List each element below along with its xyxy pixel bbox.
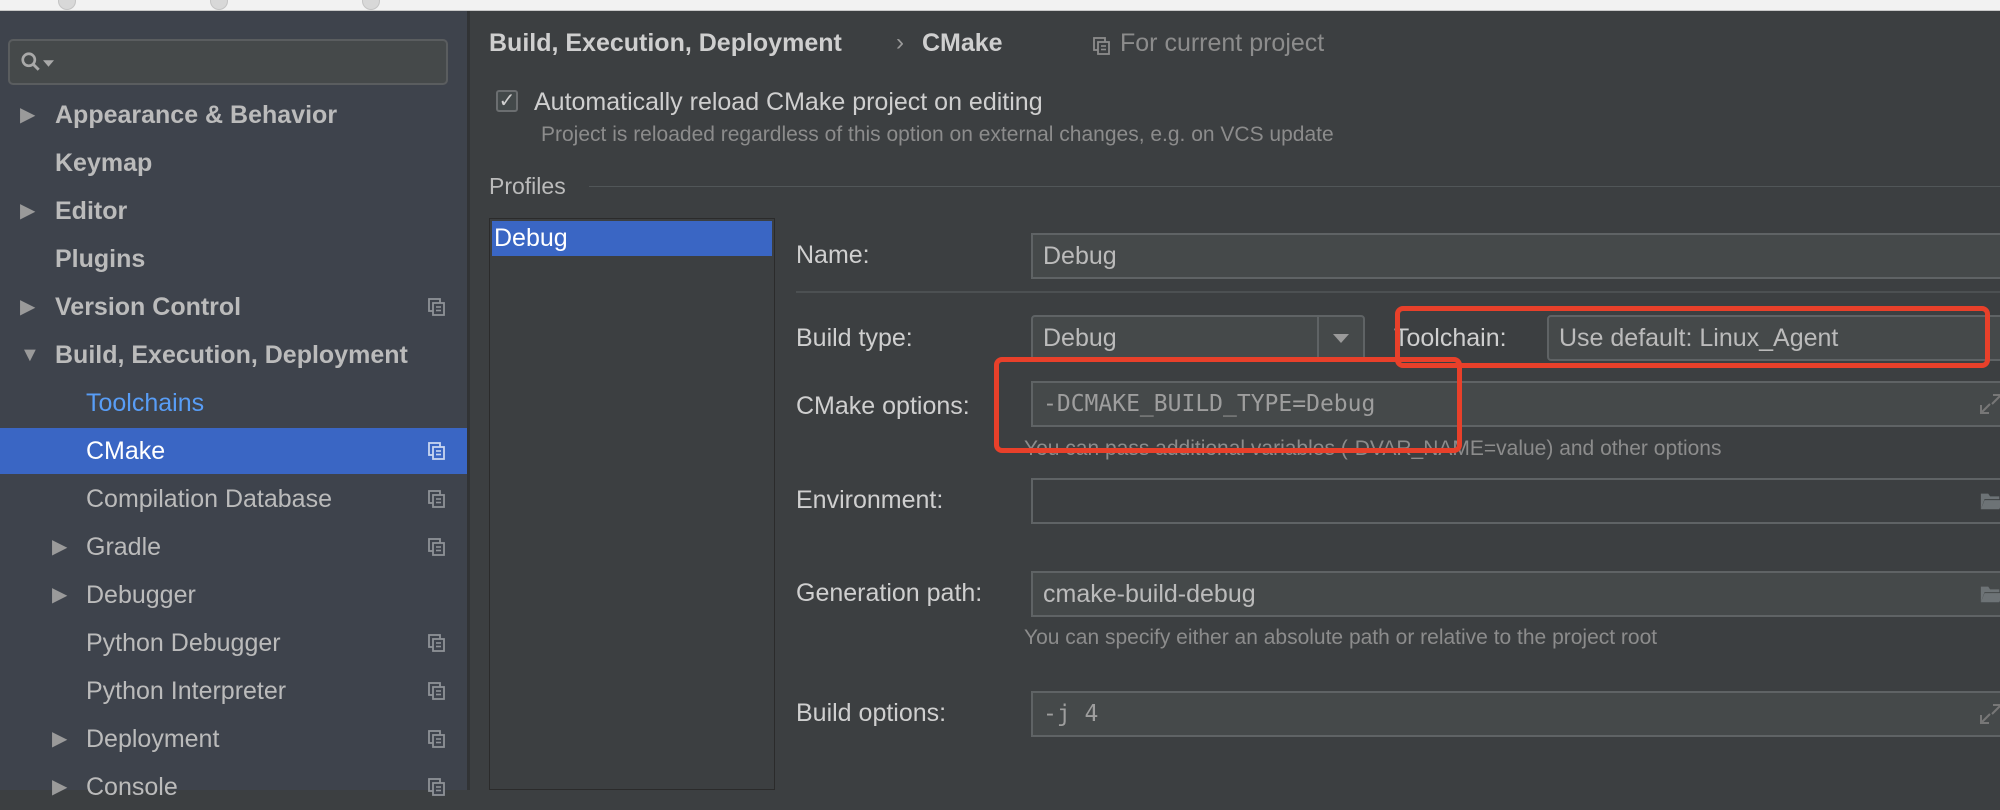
sidebar-item-label: Python Debugger <box>86 629 281 657</box>
settings-content-panel: Build, Execution, Deployment › CMake For… <box>470 11 2000 790</box>
search-history-dropdown-icon[interactable] <box>43 60 54 67</box>
checkmark-icon: ✓ <box>498 90 516 112</box>
auto-reload-checkbox[interactable]: ✓ <box>496 90 518 112</box>
project-scope-icon <box>428 442 445 460</box>
settings-search-input[interactable] <box>8 39 448 85</box>
build-type-select[interactable]: Debug <box>1031 315 1365 361</box>
form-divider <box>796 291 2000 293</box>
cmake-options-highlight-box <box>994 357 1462 453</box>
expand-arrow-icon[interactable]: ▶ <box>52 524 67 570</box>
settings-sidebar: ▶ Appearance & Behavior Keymap ▶ Editor Plugi… <box>0 11 467 801</box>
window-titlebar <box>0 0 2000 11</box>
zoom-window-button[interactable] <box>362 0 380 10</box>
expand-arrow-icon[interactable]: ▶ <box>20 92 35 138</box>
build-options-value: -j 4 <box>1043 701 1099 727</box>
auto-reload-label[interactable]: Automatically reload CMake project on ed… <box>534 88 1043 117</box>
sidebar-item-debugger[interactable]: ▶ Debugger <box>0 572 467 618</box>
sidebar-item-cmake[interactable]: CMake <box>0 428 467 474</box>
expand-icon[interactable] <box>1979 703 2000 725</box>
chevron-down-icon[interactable] <box>1317 317 1363 359</box>
generation-path-hint: You can specify either an absolute path … <box>1024 626 1658 649</box>
folder-icon[interactable] <box>1979 490 2000 512</box>
expand-arrow-icon[interactable]: ▶ <box>52 572 67 618</box>
project-scope-icon <box>428 298 445 316</box>
sidebar-item-plugins[interactable]: Plugins <box>0 236 467 282</box>
sidebar-item-label: Plugins <box>55 245 146 273</box>
build-options-input[interactable]: -j 4 <box>1031 691 2000 737</box>
profiles-group-title: Profiles <box>489 173 566 199</box>
sidebar-item-label: Debugger <box>86 581 196 609</box>
sidebar-item-python-interpreter[interactable]: Python Interpreter <box>0 668 467 714</box>
sidebar-item-label: CMake <box>86 437 166 465</box>
project-scope-icon <box>428 682 445 700</box>
expand-arrow-icon[interactable]: ▶ <box>52 716 67 762</box>
sidebar-item-editor[interactable]: ▶ Editor <box>0 188 467 234</box>
profile-name-value: Debug <box>1043 242 1117 270</box>
sidebar-item-label: Python Interpreter <box>86 677 287 705</box>
profiles-group-divider <box>589 186 2000 187</box>
expand-arrow-icon[interactable]: ▶ <box>20 284 35 330</box>
environment-input[interactable] <box>1031 478 2000 524</box>
build-type-label: Build type: <box>796 324 913 352</box>
sidebar-item-label: Version Control <box>55 293 242 321</box>
project-scope-icon <box>1093 37 1110 55</box>
sidebar-item-console[interactable]: ▶ Console <box>0 764 467 810</box>
sidebar-item-label: Build, Execution, Deployment <box>55 341 408 369</box>
sidebar-item-label: Keymap <box>55 149 153 177</box>
name-label: Name: <box>796 241 870 269</box>
collapse-arrow-icon[interactable]: ▼ <box>20 332 40 378</box>
sidebar-item-build-execution-deployment[interactable]: ▼ Build, Execution, Deployment <box>0 332 467 378</box>
search-icon <box>21 52 40 71</box>
profile-item-debug[interactable]: Debug <box>492 221 772 256</box>
expand-arrow-icon[interactable]: ▶ <box>20 188 35 234</box>
minimize-window-button[interactable] <box>210 0 228 10</box>
generation-path-label: Generation path: <box>796 579 983 607</box>
cmake-options-label: CMake options: <box>796 392 970 420</box>
sidebar-item-label: Gradle <box>86 533 162 561</box>
expand-arrow-icon[interactable]: ▶ <box>52 764 67 810</box>
toolchain-highlight-box <box>1395 306 1990 368</box>
sidebar-item-compilation-database[interactable]: Compilation Database <box>0 476 467 522</box>
sidebar-item-label: Editor <box>55 197 128 225</box>
sidebar-item-label: Compilation Database <box>86 485 332 513</box>
sidebar-item-label: Console <box>86 773 178 801</box>
generation-path-value: cmake-build-debug <box>1043 580 1256 608</box>
sidebar-item-keymap[interactable]: Keymap <box>0 140 467 186</box>
expand-icon[interactable] <box>1979 393 2000 415</box>
breadcrumb-parent[interactable]: Build, Execution, Deployment <box>489 29 842 58</box>
generation-path-input[interactable]: cmake-build-debug <box>1031 571 2000 617</box>
settings-search-field[interactable] <box>62 45 436 81</box>
close-window-button[interactable] <box>58 0 76 10</box>
sidebar-item-label: Toolchains <box>86 389 205 417</box>
breadcrumb-separator: › <box>896 29 904 56</box>
project-scope-icon <box>428 730 445 748</box>
project-scope-icon <box>428 490 445 508</box>
auto-reload-note: Project is reloaded regardless of this o… <box>541 123 1334 146</box>
profile-name-input[interactable]: Debug <box>1031 233 2000 279</box>
profiles-list: Debug <box>489 218 775 790</box>
sidebar-item-gradle[interactable]: ▶ Gradle <box>0 524 467 570</box>
sidebar-item-toolchains[interactable]: Toolchains <box>0 380 467 426</box>
sidebar-item-appearance-behavior[interactable]: ▶ Appearance & Behavior <box>0 92 467 138</box>
project-scope-icon <box>428 634 445 652</box>
environment-label: Environment: <box>796 486 944 514</box>
sidebar-item-python-debugger[interactable]: Python Debugger <box>0 620 467 666</box>
sidebar-item-label: Deployment <box>86 725 220 753</box>
project-scope-icon <box>428 778 445 796</box>
build-options-label: Build options: <box>796 699 947 727</box>
project-scope-icon <box>428 538 445 556</box>
sidebar-item-label: Appearance & Behavior <box>55 101 338 129</box>
sidebar-item-version-control[interactable]: ▶ Version Control <box>0 284 467 330</box>
scope-label: For current project <box>1120 29 1325 57</box>
build-type-value: Debug <box>1043 324 1117 352</box>
sidebar-item-deployment[interactable]: ▶ Deployment <box>0 716 467 762</box>
breadcrumb-current: CMake <box>922 29 1003 57</box>
folder-icon[interactable] <box>1979 583 2000 605</box>
